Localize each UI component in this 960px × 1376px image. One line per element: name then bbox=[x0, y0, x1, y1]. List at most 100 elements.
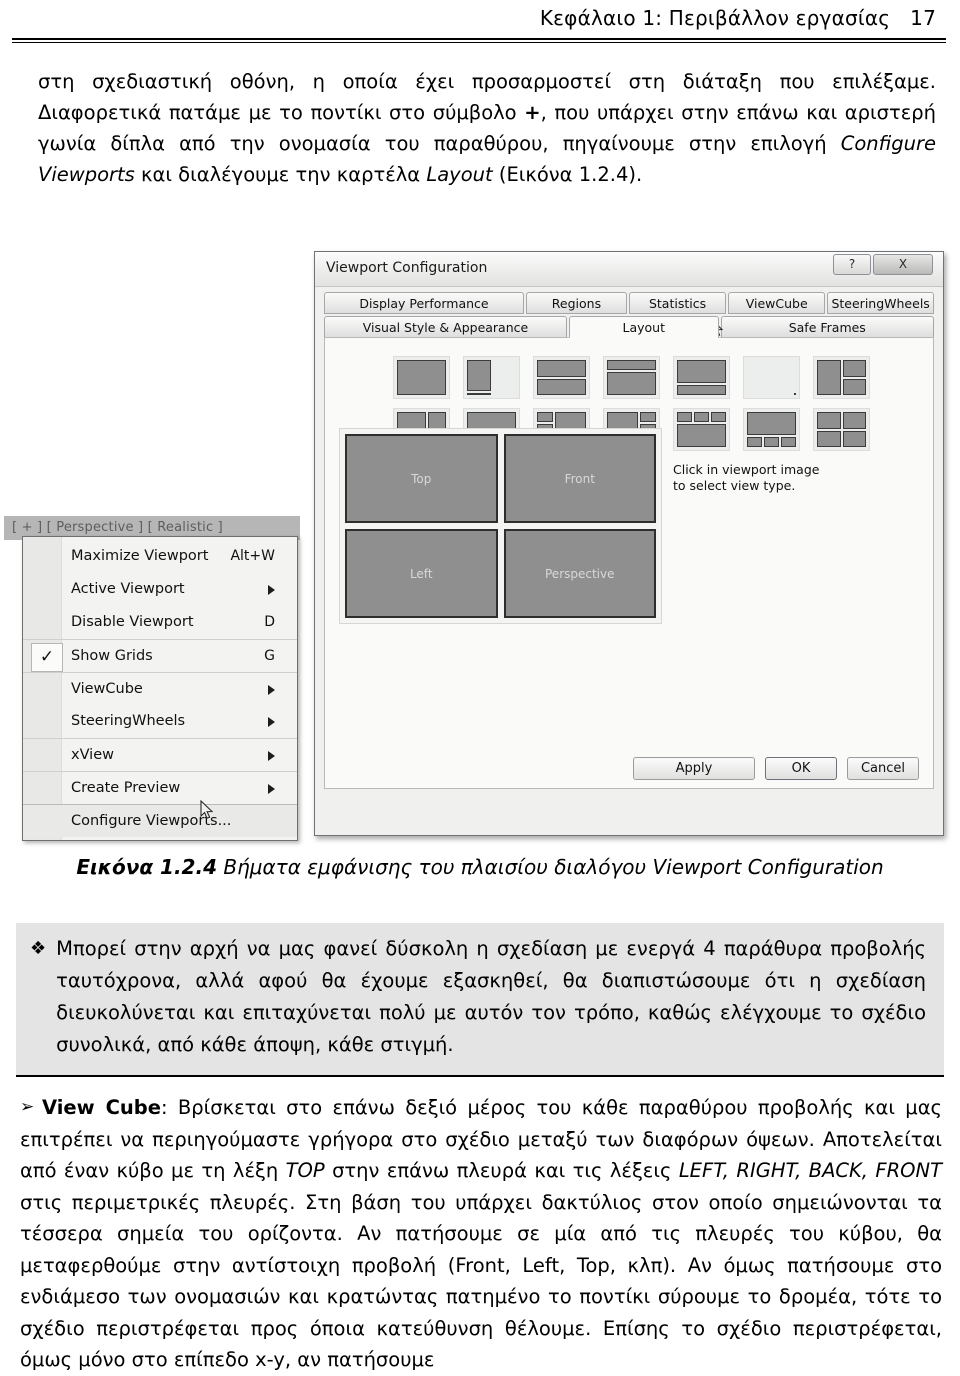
dialog-title: Viewport Configuration bbox=[326, 260, 488, 276]
layout-thumb-cell bbox=[467, 393, 491, 395]
intro-part4: (Εικόνα 1.2.4). bbox=[492, 163, 643, 186]
viewport-cell-front[interactable]: Front bbox=[503, 434, 656, 523]
layout-thumb-four-quadrant[interactable] bbox=[813, 408, 870, 451]
menu-item-shortcut: D bbox=[264, 614, 275, 630]
menu-item-label: SteeringWheels bbox=[71, 713, 186, 729]
layout-thumb-cell bbox=[677, 412, 692, 422]
note-box: ❖ Μπορεί στην αρχή να μας φανεί δύσκολη … bbox=[16, 923, 944, 1077]
layout-thumb-cell bbox=[781, 437, 796, 447]
tab-statistics[interactable]: Statistics bbox=[628, 292, 727, 314]
layout-thumb-top-big-bottom[interactable] bbox=[673, 356, 730, 399]
submenu-arrow-icon bbox=[268, 751, 275, 761]
submenu-arrow-icon bbox=[268, 585, 275, 595]
submenu-arrow-icon bbox=[268, 784, 275, 794]
side-words: LEFT, RIGHT, BACK, FRONT bbox=[678, 1159, 943, 1182]
menu-item-xview[interactable]: xView bbox=[23, 738, 297, 771]
layout-thumb-cell bbox=[842, 412, 866, 429]
layout-thumb-cell bbox=[817, 360, 841, 395]
layout-thumb-left-split-right[interactable] bbox=[743, 356, 800, 399]
top-word: TOP bbox=[285, 1159, 325, 1182]
menu-item-label: xView bbox=[71, 747, 114, 763]
menu-item-label: Show Grids bbox=[71, 648, 153, 664]
viewport-preview-grid: Top Front Left Perspective bbox=[345, 434, 656, 618]
intro-paragraph: στη σχεδιαστική οθόνη, η οποία έχει προσ… bbox=[38, 66, 936, 190]
tab-visual-style-appearance[interactable]: Visual Style & Appearance bbox=[324, 316, 567, 338]
layout-term: Layout bbox=[426, 163, 493, 186]
viewport-cell-perspective[interactable]: Perspective bbox=[503, 529, 656, 618]
layout-thumb-cell bbox=[537, 360, 586, 377]
layout-thumb-single[interactable] bbox=[393, 356, 450, 399]
layout-thumb-cell bbox=[397, 360, 446, 395]
tab-layout[interactable]: Layout bbox=[568, 316, 719, 338]
layout-tab-panel: Top Front Left Perspective Click in view… bbox=[324, 337, 934, 789]
layout-thumb-cell bbox=[607, 360, 656, 371]
figure-screenshot: Viewport Configuration ? X Display Perfo… bbox=[0, 240, 960, 841]
layout-thumb-cell bbox=[467, 360, 491, 391]
menu-item-maximize-viewport[interactable]: Maximize Viewport Alt+W bbox=[23, 540, 297, 573]
viewport-preview[interactable]: Top Front Left Perspective bbox=[339, 428, 662, 624]
viewport-configuration-dialog: Viewport Configuration ? X Display Perfo… bbox=[314, 251, 944, 836]
menu-item-create-preview[interactable]: Create Preview bbox=[23, 771, 297, 804]
page-running-head: Κεφάλαιο 1: Περιβάλλον εργασίας 17 bbox=[40, 6, 936, 30]
tab-safe-frames[interactable]: Safe Frames bbox=[720, 316, 934, 338]
menu-item-configure-viewports[interactable]: Configure Viewports... bbox=[23, 804, 297, 837]
layout-thumb-cell bbox=[537, 412, 554, 423]
layout-thumb-cell bbox=[677, 360, 726, 383]
layout-thumb-two-vertical[interactable] bbox=[463, 356, 520, 399]
menu-item-label: Disable Viewport bbox=[71, 614, 194, 630]
figure-caption-text: Βήματα εμφάνισης του πλαισίου διαλόγου V… bbox=[217, 855, 884, 879]
menu-item-label: Maximize Viewport bbox=[71, 548, 209, 564]
menu-item-shortcut: Alt+W bbox=[230, 548, 275, 564]
tab-regions[interactable]: Regions bbox=[525, 292, 627, 314]
menu-item-disable-viewport[interactable]: Disable Viewport D bbox=[23, 606, 297, 639]
layout-thumb-cell bbox=[817, 430, 841, 447]
tab-viewcube[interactable]: ViewCube bbox=[728, 292, 826, 314]
dialog-title-bar[interactable]: Viewport Configuration ? X bbox=[315, 252, 943, 287]
menu-item-label: Active Viewport bbox=[71, 581, 185, 597]
submenu-arrow-icon bbox=[268, 685, 275, 695]
plus-symbol: + bbox=[524, 101, 541, 124]
viewport-cell-top[interactable]: Top bbox=[345, 434, 498, 523]
view-cube-part3: στις περιμετρικές πλευρές. Στη βάση του … bbox=[20, 1190, 942, 1372]
menu-item-show-grids[interactable]: Show Grids G ✓ bbox=[23, 639, 297, 672]
figure-caption-label: Εικόνα 1.2.4 bbox=[76, 855, 217, 879]
view-cube-part2: στην επάνω πλευρά και τις λέξεις bbox=[324, 1159, 679, 1182]
layout-thumb-cell bbox=[842, 360, 866, 377]
checkmark-icon[interactable]: ✓ bbox=[31, 643, 63, 672]
layout-thumb-three-top-strip[interactable] bbox=[673, 408, 730, 451]
layout-thumb-cell bbox=[607, 372, 656, 395]
layout-thumb-top-thin-bottom[interactable] bbox=[603, 356, 660, 399]
layout-thumb-left-right-split[interactable] bbox=[813, 356, 870, 399]
layout-thumb-cell bbox=[397, 412, 426, 429]
note-bullet-icon: ❖ bbox=[30, 938, 47, 959]
menu-item-active-viewport[interactable]: Active Viewport bbox=[23, 573, 297, 606]
layout-thumb-three-bottom-strip[interactable] bbox=[743, 408, 800, 451]
close-icon[interactable]: X bbox=[873, 254, 933, 275]
ok-button[interactable]: OK bbox=[765, 757, 837, 780]
menu-item-viewcube[interactable]: ViewCube bbox=[23, 672, 297, 705]
menu-item-label: Configure Viewports... bbox=[71, 813, 232, 829]
menu-item-label: Create Preview bbox=[71, 780, 181, 796]
layout-thumb-cell bbox=[677, 423, 726, 447]
help-icon[interactable]: ? bbox=[833, 254, 871, 275]
note-box-text: Μπορεί στην αρχή να μας φανεί δύσκολη η … bbox=[56, 937, 926, 1056]
apply-button[interactable]: Apply bbox=[633, 757, 755, 780]
chapter-title: Κεφάλαιο 1: Περιβάλλον εργασίας bbox=[539, 6, 891, 30]
header-divider bbox=[12, 38, 946, 43]
viewport-cell-left[interactable]: Left bbox=[345, 529, 498, 618]
tab-steeringwheels[interactable]: SteeringWheels bbox=[827, 292, 934, 314]
view-cube-paragraph: ➢ View Cube: Βρίσκεται στο επάνω δεξιό μ… bbox=[20, 1092, 942, 1376]
menu-item-shortcut: G bbox=[264, 648, 275, 664]
layout-thumb-cell bbox=[677, 384, 726, 395]
submenu-arrow-icon bbox=[268, 717, 275, 727]
layout-thumb-cell bbox=[794, 393, 796, 395]
menu-item-steeringwheels[interactable]: SteeringWheels bbox=[23, 705, 297, 738]
figure-caption: Εικόνα 1.2.4 Βήματα εμφάνισης του πλαισί… bbox=[0, 855, 960, 879]
tab-display-performance[interactable]: Display Performance bbox=[324, 292, 524, 314]
viewport-hint-text: Click in viewport image to select view t… bbox=[673, 462, 820, 493]
layout-thumb-two-horizontal[interactable] bbox=[533, 356, 590, 399]
tab-row-secondary: Visual Style & Appearance Layout Safe Fram… bbox=[324, 316, 934, 338]
dialog-button-row: Apply OK Cancel bbox=[633, 757, 919, 780]
layout-thumb-cell bbox=[747, 437, 762, 447]
cancel-button[interactable]: Cancel bbox=[847, 757, 919, 780]
